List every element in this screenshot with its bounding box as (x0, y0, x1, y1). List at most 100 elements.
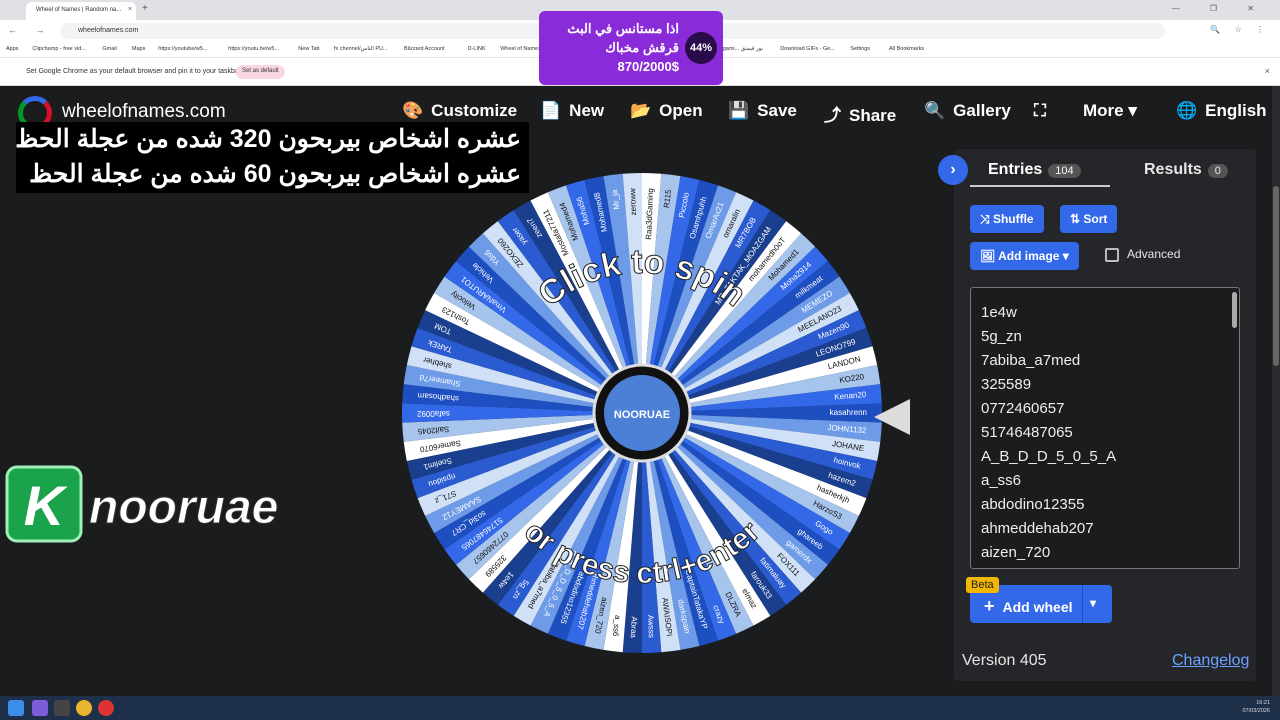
app-icon[interactable] (32, 700, 48, 716)
shuffle-button[interactable]: ⤨ Shuffle (970, 205, 1044, 233)
promo-line1: اذا مستانس في البث (567, 21, 679, 36)
bookmark-item[interactable]: Blizzard Account (404, 46, 445, 52)
open-button[interactable]: 📂 Open (630, 101, 703, 121)
wheel-segment-label: kasahrenn (830, 408, 867, 417)
entry-line: aizen_720 (981, 544, 1051, 561)
new-tab-button[interactable]: + (142, 3, 148, 14)
center-logo-text: NOORUAE (614, 409, 670, 421)
wheel-canvas[interactable]: Raa3dGaming R115 PiccoloOsamhpuhhOmarAx21o… (398, 169, 886, 657)
customize-button[interactable]: 🎨 Customize (402, 101, 517, 121)
infobar-text: Set Google Chrome as your default browse… (26, 68, 242, 75)
tab-results[interactable]: Results 0 (1144, 161, 1228, 179)
app-icon-2[interactable] (54, 700, 70, 716)
open-label: Open (659, 101, 703, 120)
shuffle-label: Shuffle (992, 212, 1034, 226)
address-bar-icons[interactable]: 🔍 ☆ ⋮ (1210, 25, 1270, 34)
entry-line: 325589 (981, 376, 1032, 393)
sort-button[interactable]: ⇅ Sort (1060, 205, 1118, 233)
changelog-link[interactable]: Changelog (1172, 652, 1249, 670)
entry-line: 7abiba_a7med (981, 352, 1081, 369)
language-button[interactable]: 🌐 English (1176, 101, 1267, 121)
floppy-icon: 💾 (728, 101, 750, 120)
plus-icon: + (984, 596, 995, 616)
bookmark-item[interactable]: New Tab (298, 46, 319, 52)
new-button[interactable]: 📄 New (540, 101, 604, 121)
wheel-segment-label: Awsss (646, 615, 656, 638)
infobar-close-icon[interactable]: × (1265, 66, 1270, 76)
bookmark-item[interactable]: Clipchamp - free vid... (32, 46, 86, 52)
entry-line: abdodino12355 (981, 496, 1085, 513)
entry-line: 51746487065 (981, 424, 1073, 441)
knooruae-k: K (24, 474, 68, 537)
overlay-caption-1: عشره اشخاص بيربحون 320 شده من عجلة الحظ (15, 122, 529, 158)
bookmark-item[interactable]: Gmail (102, 46, 116, 52)
new-label: New (569, 101, 605, 120)
chevron-down-icon: ▾ (1059, 249, 1069, 263)
bookmark-item[interactable]: All Bookmarks (889, 46, 924, 52)
bookmark-item[interactable]: fx chennel/الناس PU... (334, 46, 388, 52)
knooruae-text: nooruae (89, 481, 278, 534)
results-count-badge: 0 (1207, 164, 1228, 178)
window-controls[interactable]: — ❐ ✕ (1172, 4, 1268, 13)
palette-icon: 🎨 (402, 101, 424, 120)
clock-date: 07/03/2026 (1242, 708, 1270, 714)
wheel-segment-label: safa0092 (416, 409, 449, 418)
active-tab-indicator (970, 185, 1110, 187)
tab-close-icon[interactable]: × (128, 6, 132, 13)
share-label: Share (849, 106, 897, 125)
page-scrollbar-thumb[interactable] (1273, 186, 1279, 366)
start-icon[interactable] (8, 700, 24, 716)
entry-line: a_ss6 (981, 472, 1022, 489)
set-default-button[interactable]: Set as default (236, 65, 285, 79)
fullscreen-button[interactable]: ⛶ (1034, 101, 1054, 121)
sort-label: Sort (1083, 212, 1108, 226)
wheel-pointer-icon (874, 399, 910, 435)
gallery-label: Gallery (953, 101, 1011, 120)
more-label: More ▾ (1083, 101, 1137, 120)
button-divider (1082, 585, 1083, 623)
bookmark-item[interactable]: https://youtube/w5... (158, 46, 207, 52)
site-title[interactable]: wheelofnames.com (62, 101, 226, 123)
add-image-button[interactable]: 🖼 Add image ▾ (970, 242, 1079, 270)
advanced-label: Advanced (1127, 247, 1181, 261)
checkbox-icon (1105, 247, 1119, 262)
bookmark-item[interactable]: Settings (850, 46, 870, 52)
windows-taskbar: 16:21 07/03/2026 (0, 696, 1280, 720)
toggle-panel-button[interactable]: › (938, 155, 968, 185)
tab-title: Wheel of Names | Random na... (36, 7, 122, 13)
entries-tab-label: Entries (988, 161, 1043, 178)
promo-line2: قرقش مخباك (605, 40, 679, 55)
chrome-icon[interactable] (76, 700, 92, 716)
entries-textarea[interactable]: 1e4w 5g_zn 7abiba_a7med 325589 0772460657 517… (970, 287, 1240, 569)
tab-entries[interactable]: Entries 104 (988, 161, 1081, 179)
image-icon: 🖼 (980, 249, 999, 263)
add-wheel-dropdown-icon[interactable]: ▾ (1090, 596, 1096, 610)
share-button[interactable]: ⤴ Share (824, 101, 896, 126)
more-button[interactable]: More ▾ (1083, 101, 1137, 121)
search-icon: 🔍 (924, 101, 946, 120)
page-scrollbar[interactable] (1272, 86, 1280, 696)
share-icon: ⤴ (824, 106, 841, 125)
gallery-button[interactable]: 🔍 Gallery (924, 101, 1011, 121)
file-icon: 📄 (540, 101, 562, 120)
browser-tab[interactable]: Wheel of Names | Random na... × (26, 2, 136, 20)
save-button[interactable]: 💾 Save (728, 101, 797, 121)
bookmark-item[interactable]: Download GIFs - Ge... (780, 46, 835, 52)
fullscreen-icon: ⛶ (1034, 101, 1046, 120)
bookmark-item[interactable]: D-LINK (468, 46, 486, 52)
entry-line: 5g_zn (981, 328, 1022, 345)
beta-badge: Beta (966, 577, 999, 593)
bookmark-item[interactable]: Maps (132, 46, 145, 52)
entries-count-badge: 104 (1048, 164, 1081, 178)
entries-scrollbar[interactable] (1232, 292, 1237, 328)
wheel-app: wheelofnames.com 🎨 Customize 📄 New 📂 Open 💾… (0, 87, 1272, 695)
entry-line: A_B_D_D_5_0_5_A (981, 448, 1117, 465)
wheel-segment-label: Abraa (629, 616, 639, 638)
entry-line: 0772460657 (981, 400, 1065, 417)
system-clock[interactable]: 16:21 07/03/2026 (1242, 699, 1270, 715)
bookmark-item[interactable]: Apps (6, 46, 19, 52)
obs-icon[interactable] (98, 700, 114, 716)
advanced-checkbox[interactable]: Advanced (1105, 247, 1180, 262)
sort-icon: ⇅ (1070, 212, 1084, 226)
bookmark-item[interactable]: https://youtu.be/w5... (228, 46, 279, 52)
